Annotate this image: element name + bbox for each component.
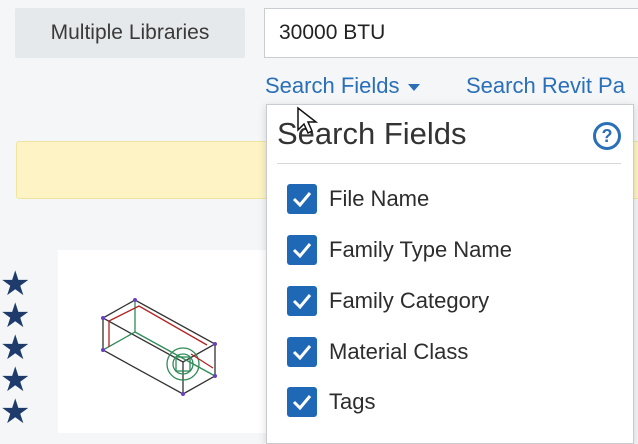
option-label: Tags [329,389,376,414]
mouse-cursor-icon [297,106,318,135]
library-selector[interactable]: Multiple Libraries [15,8,245,58]
star-icon: ★ [0,297,31,335]
checkbox-checked-icon[interactable] [287,286,317,316]
checkbox-checked-icon[interactable] [287,387,317,417]
search-fields-dropdown: Search Fields ? File Name Family Type Na… [266,104,634,444]
search-fields-link-label: Search Fields [265,73,400,98]
star-icon: ★ [0,361,31,399]
family-thumbnail[interactable] [95,290,225,400]
option-family-type-name[interactable]: Family Type Name [287,234,512,266]
search-revit-link[interactable]: Search Revit Pa [466,73,625,99]
checkbox-checked-icon[interactable] [287,184,317,214]
search-input[interactable] [264,8,638,58]
search-revit-link-label: Search Revit Pa [466,73,625,98]
option-label: Family Type Name [329,237,512,262]
search-fields-link[interactable]: Search Fields [265,73,420,99]
help-icon[interactable]: ? [593,122,621,150]
star-icon: ★ [0,393,31,431]
option-material-class[interactable]: Material Class [287,336,468,368]
option-label: File Name [329,186,430,211]
divider [277,163,621,164]
checkbox-checked-icon[interactable] [287,235,317,265]
star-icon: ★ [0,329,31,367]
caret-down-icon [407,83,420,91]
library-selector-label: Multiple Libraries [50,21,210,44]
checkbox-checked-icon[interactable] [287,337,317,367]
option-family-category[interactable]: Family Category [287,285,489,317]
option-label: Family Category [329,288,490,313]
rating-stars: ★ ★ ★ ★ ★ [0,265,36,431]
option-file-name[interactable]: File Name [287,183,429,215]
star-icon: ★ [0,265,31,303]
option-label: Material Class [329,339,469,364]
option-tags[interactable]: Tags [287,386,375,418]
